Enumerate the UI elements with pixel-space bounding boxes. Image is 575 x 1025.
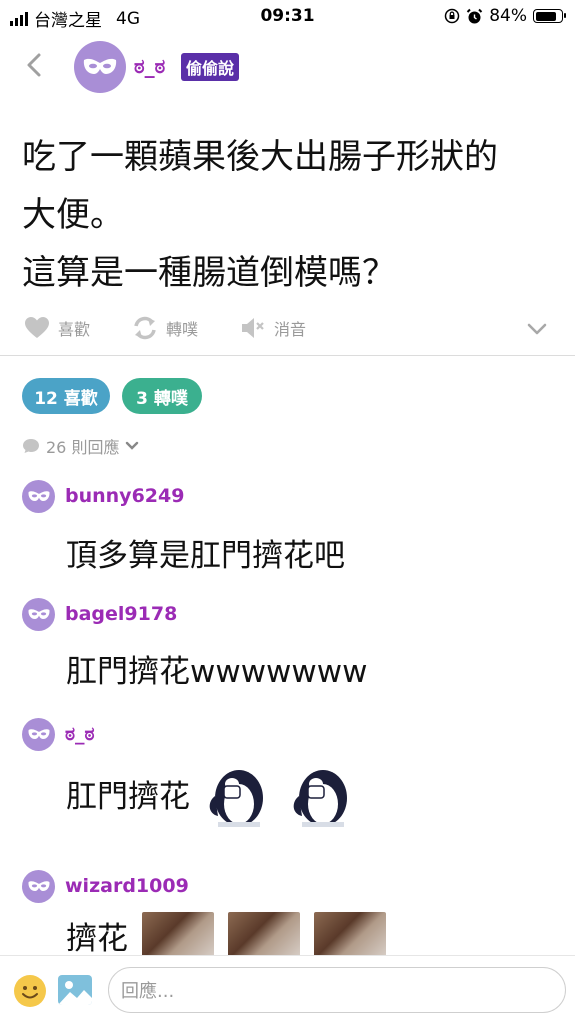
battery-icon [533, 9, 566, 23]
post-header: ಠ_ಠ 偷偷說 [0, 36, 575, 100]
mask-icon [28, 609, 49, 620]
post-line: 吃了一顆蘋果後大出腸子形狀的 [22, 137, 498, 177]
mask-icon [83, 58, 117, 74]
comment-text-content: 肛門擠花wwwwwww [66, 654, 368, 690]
back-chevron-icon[interactable] [20, 50, 50, 80]
status-bar: 台灣之星 4G 09:31 84% [0, 0, 575, 34]
battery-percent: 84% [489, 6, 527, 26]
replies-count: 26 則回應 [46, 438, 120, 457]
commenter-name[interactable]: wizard1009 [65, 875, 189, 897]
mask-icon [28, 491, 49, 502]
commenter-name[interactable]: bagel9178 [65, 603, 177, 625]
reply-bar: 回應... [0, 955, 575, 1025]
post-actions: 喜歡 轉噗 消音 [0, 312, 575, 348]
reply-input[interactable]: 回應... [108, 967, 566, 1013]
comment-text: 肛門擠花 [66, 758, 358, 828]
comment-image[interactable] [228, 912, 300, 958]
divider [0, 355, 575, 356]
anonymous-badge: 偷偷說 [181, 53, 240, 81]
comment-text-content: 肛門擠花 [66, 778, 190, 815]
share-label: 轉噗 [166, 320, 199, 339]
reply-placeholder: 回應... [121, 981, 175, 1002]
commenter-name[interactable]: ಠ_ಠ [65, 723, 95, 745]
post-line: 大便。 [22, 195, 124, 235]
chevron-down-icon[interactable] [527, 322, 547, 336]
picture-icon [58, 981, 92, 1005]
comment-text-content: 頂多算是肛門擠花吧 [66, 538, 345, 574]
speech-bubble-icon [23, 439, 39, 453]
chevron-down-icon [126, 441, 139, 450]
comment-image[interactable] [142, 912, 214, 958]
shares-count-pill[interactable]: 3 轉噗 [122, 378, 202, 414]
author-avatar[interactable] [74, 41, 126, 93]
alarm-icon [466, 8, 483, 23]
comment-text: 頂多算是肛門擠花吧 [66, 530, 345, 575]
post-content: 吃了一顆蘋果後大出腸子形狀的 大便。 這算是一種腸道倒模嗎？ [22, 128, 552, 302]
replies-toggle[interactable]: 26 則回應 [22, 434, 139, 458]
post-line: 這算是一種腸道倒模嗎？ [22, 253, 396, 293]
author-name[interactable]: ಠ_ಠ [134, 54, 165, 78]
like-label: 喜歡 [58, 320, 91, 339]
emoji-icon[interactable] [14, 975, 46, 1007]
smiley-face-icon [22, 986, 38, 999]
likes-count-pill[interactable]: 12 喜歡 [22, 378, 110, 414]
rotation-lock-icon [444, 8, 460, 24]
speaker-mute-icon [242, 318, 264, 338]
commenter-avatar[interactable] [22, 718, 55, 751]
commenter-avatar[interactable] [22, 870, 55, 903]
commenter-avatar[interactable] [22, 598, 55, 631]
comment-text-content: 擠花 [66, 920, 128, 957]
like-button[interactable]: 喜歡 [24, 316, 90, 340]
comment-image[interactable] [314, 912, 386, 958]
heart-icon [25, 317, 49, 338]
share-button[interactable]: 轉噗 [132, 316, 198, 340]
comment-text: 擠花 [66, 912, 386, 958]
commenter-avatar[interactable] [22, 480, 55, 513]
mask-icon [28, 881, 49, 892]
mask-icon [28, 729, 49, 740]
image-upload-icon[interactable] [58, 975, 92, 1005]
mute-label: 消音 [274, 320, 307, 339]
comment-text: 肛門擠花wwwwwww [66, 646, 367, 691]
mute-button[interactable]: 消音 [240, 316, 306, 340]
penguin-sticker-icon[interactable] [288, 758, 358, 828]
commenter-name[interactable]: bunny6249 [65, 485, 184, 507]
penguin-sticker-icon[interactable] [204, 758, 274, 828]
replurk-icon [134, 316, 156, 340]
